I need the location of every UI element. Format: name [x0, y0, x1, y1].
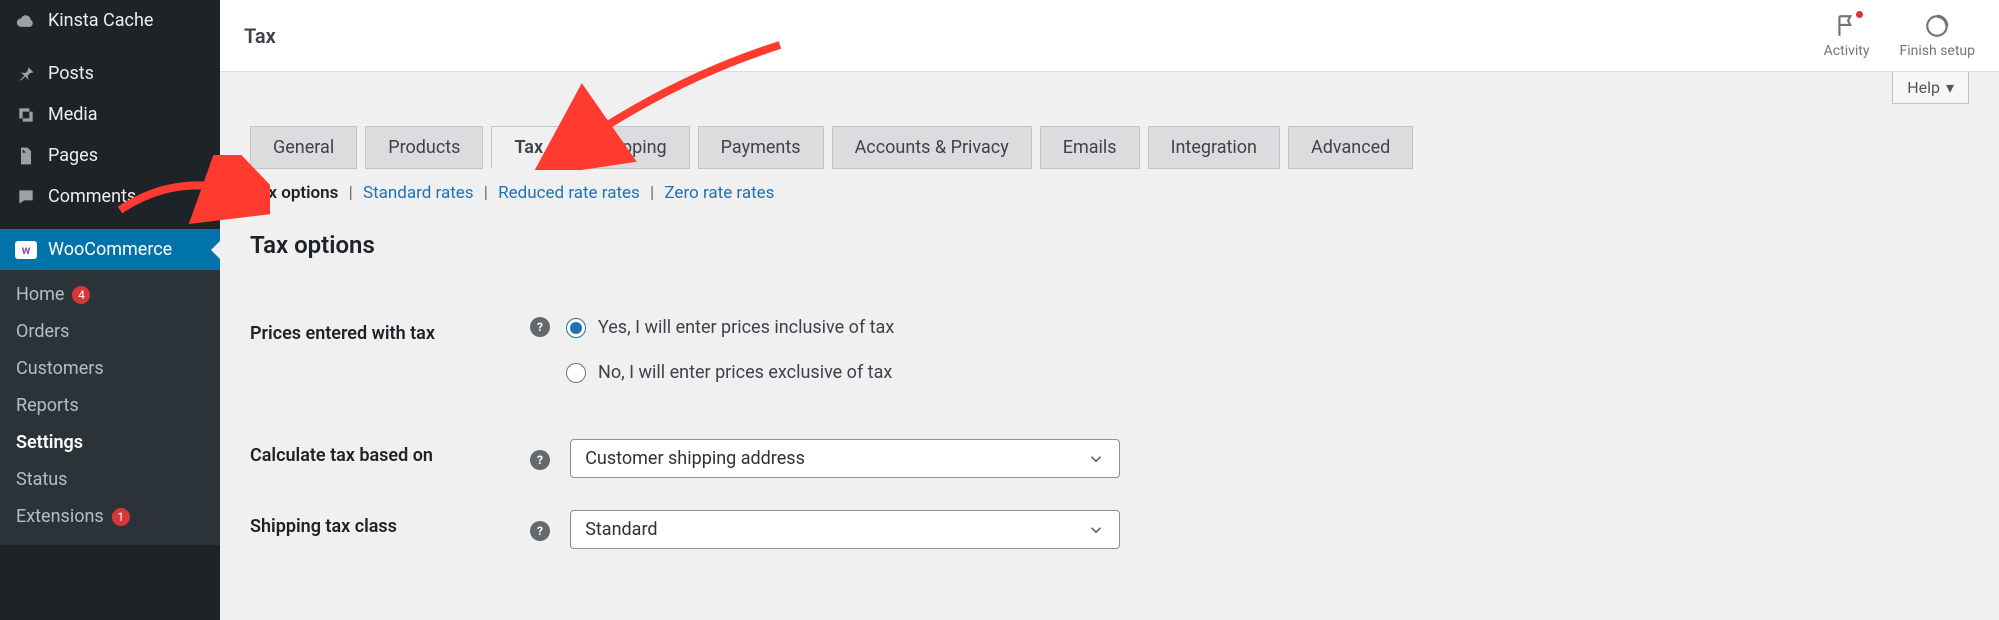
tab-general[interactable]: General [250, 126, 357, 169]
sub-item-orders[interactable]: Orders [0, 313, 220, 350]
radio-exclusive[interactable]: No, I will enter prices exclusive of tax [566, 362, 894, 383]
sidebar-item-label: WooCommerce [48, 239, 172, 260]
progress-icon [1924, 13, 1950, 39]
sub-item-label: Orders [16, 321, 69, 342]
section-separator: | [644, 183, 660, 203]
section-nav: Tax options | Standard rates | Reduced r… [250, 183, 1969, 203]
tab-tax[interactable]: Tax [491, 126, 566, 169]
tab-payments[interactable]: Payments [698, 126, 824, 169]
sub-item-label: Extensions [16, 506, 104, 527]
sub-item-extensions[interactable]: Extensions 1 [0, 498, 220, 535]
finish-setup-button[interactable]: Finish setup [1900, 13, 1976, 59]
section-separator: | [343, 183, 359, 203]
page-header: Tax Activity Finish setup [220, 0, 1999, 72]
tab-products[interactable]: Products [365, 126, 483, 169]
tax-form: Prices entered with tax ? Yes, I will en… [250, 285, 1969, 581]
help-tooltip-icon[interactable]: ? [530, 317, 550, 337]
prices-label: Prices entered with tax [250, 317, 530, 407]
sub-item-status[interactable]: Status [0, 461, 220, 498]
select-value: Standard [585, 519, 657, 540]
radio-inclusive[interactable]: Yes, I will enter prices inclusive of ta… [566, 317, 894, 338]
sidebar-item-label: Posts [48, 63, 94, 84]
form-heading: Tax options [250, 231, 1969, 259]
shipping-class-label: Shipping tax class [250, 510, 530, 549]
sidebar-item-posts[interactable]: Posts [0, 53, 220, 94]
content-area: Help ▾ General Products Tax Shipping Pay… [220, 72, 1999, 620]
section-current: Tax options [250, 183, 338, 203]
chevron-down-icon: ▾ [1946, 78, 1954, 97]
page-icon [14, 146, 38, 166]
radio-input-exclusive[interactable] [566, 363, 586, 383]
woo-icon: w [14, 241, 38, 259]
sidebar-item-comments[interactable]: Comments [0, 176, 220, 217]
badge: 4 [72, 286, 90, 304]
sub-item-customers[interactable]: Customers [0, 350, 220, 387]
help-tooltip-icon[interactable]: ? [530, 450, 550, 470]
radio-label: No, I will enter prices exclusive of tax [598, 362, 892, 383]
sub-item-label: Home [16, 284, 64, 305]
sidebar-item-label: Comments [48, 186, 136, 207]
sub-item-label: Status [16, 469, 67, 490]
sub-item-label: Reports [16, 395, 79, 416]
tab-shipping[interactable]: Shipping [574, 126, 690, 169]
flag-icon [1834, 13, 1860, 39]
sub-item-label: Settings [16, 432, 83, 453]
activity-label: Activity [1824, 43, 1870, 59]
calc-select[interactable]: Customer shipping address [570, 439, 1120, 478]
sub-item-home[interactable]: Home 4 [0, 276, 220, 313]
sidebar-item-label: Pages [48, 145, 98, 166]
cloud-icon [14, 11, 38, 31]
sub-item-settings[interactable]: Settings [0, 424, 220, 461]
section-separator: | [478, 183, 494, 203]
notification-dot [1856, 11, 1863, 18]
chevron-down-icon [1087, 521, 1105, 539]
help-tooltip-icon[interactable]: ? [530, 521, 550, 541]
sub-item-label: Customers [16, 358, 104, 379]
sidebar-item-pages[interactable]: Pages [0, 135, 220, 176]
tab-emails[interactable]: Emails [1040, 126, 1140, 169]
sidebar-item-label: Kinsta Cache [48, 10, 153, 31]
sidebar-item-kinsta-cache[interactable]: Kinsta Cache [0, 0, 220, 41]
page-title: Tax [244, 24, 276, 48]
comment-icon [14, 187, 38, 207]
radio-input-inclusive[interactable] [566, 318, 586, 338]
chevron-down-icon [1087, 450, 1105, 468]
tab-integration[interactable]: Integration [1148, 126, 1280, 169]
sub-item-reports[interactable]: Reports [0, 387, 220, 424]
tab-advanced[interactable]: Advanced [1288, 126, 1413, 169]
media-icon [14, 105, 38, 125]
pin-icon [14, 64, 38, 84]
section-link-zero[interactable]: Zero rate rates [664, 183, 774, 203]
tab-accounts-privacy[interactable]: Accounts & Privacy [832, 126, 1032, 169]
help-label: Help [1907, 78, 1940, 97]
admin-sidebar: Kinsta Cache Posts Media Pages Comments … [0, 0, 220, 620]
section-link-standard[interactable]: Standard rates [363, 183, 474, 203]
sidebar-item-label: Media [48, 104, 98, 125]
sidebar-submenu: Home 4 Orders Customers Reports Settings… [0, 270, 220, 545]
sidebar-item-woocommerce[interactable]: w WooCommerce [0, 229, 220, 270]
badge: 1 [112, 508, 130, 526]
activity-button[interactable]: Activity [1824, 13, 1870, 59]
settings-tabs: General Products Tax Shipping Payments A… [250, 126, 1969, 169]
calc-label: Calculate tax based on [250, 439, 530, 478]
shipping-class-select[interactable]: Standard [570, 510, 1120, 549]
section-link-reduced[interactable]: Reduced rate rates [498, 183, 640, 203]
help-tab[interactable]: Help ▾ [1892, 72, 1969, 104]
sidebar-item-media[interactable]: Media [0, 94, 220, 135]
finish-label: Finish setup [1900, 43, 1976, 59]
select-value: Customer shipping address [585, 448, 805, 469]
radio-label: Yes, I will enter prices inclusive of ta… [598, 317, 894, 338]
